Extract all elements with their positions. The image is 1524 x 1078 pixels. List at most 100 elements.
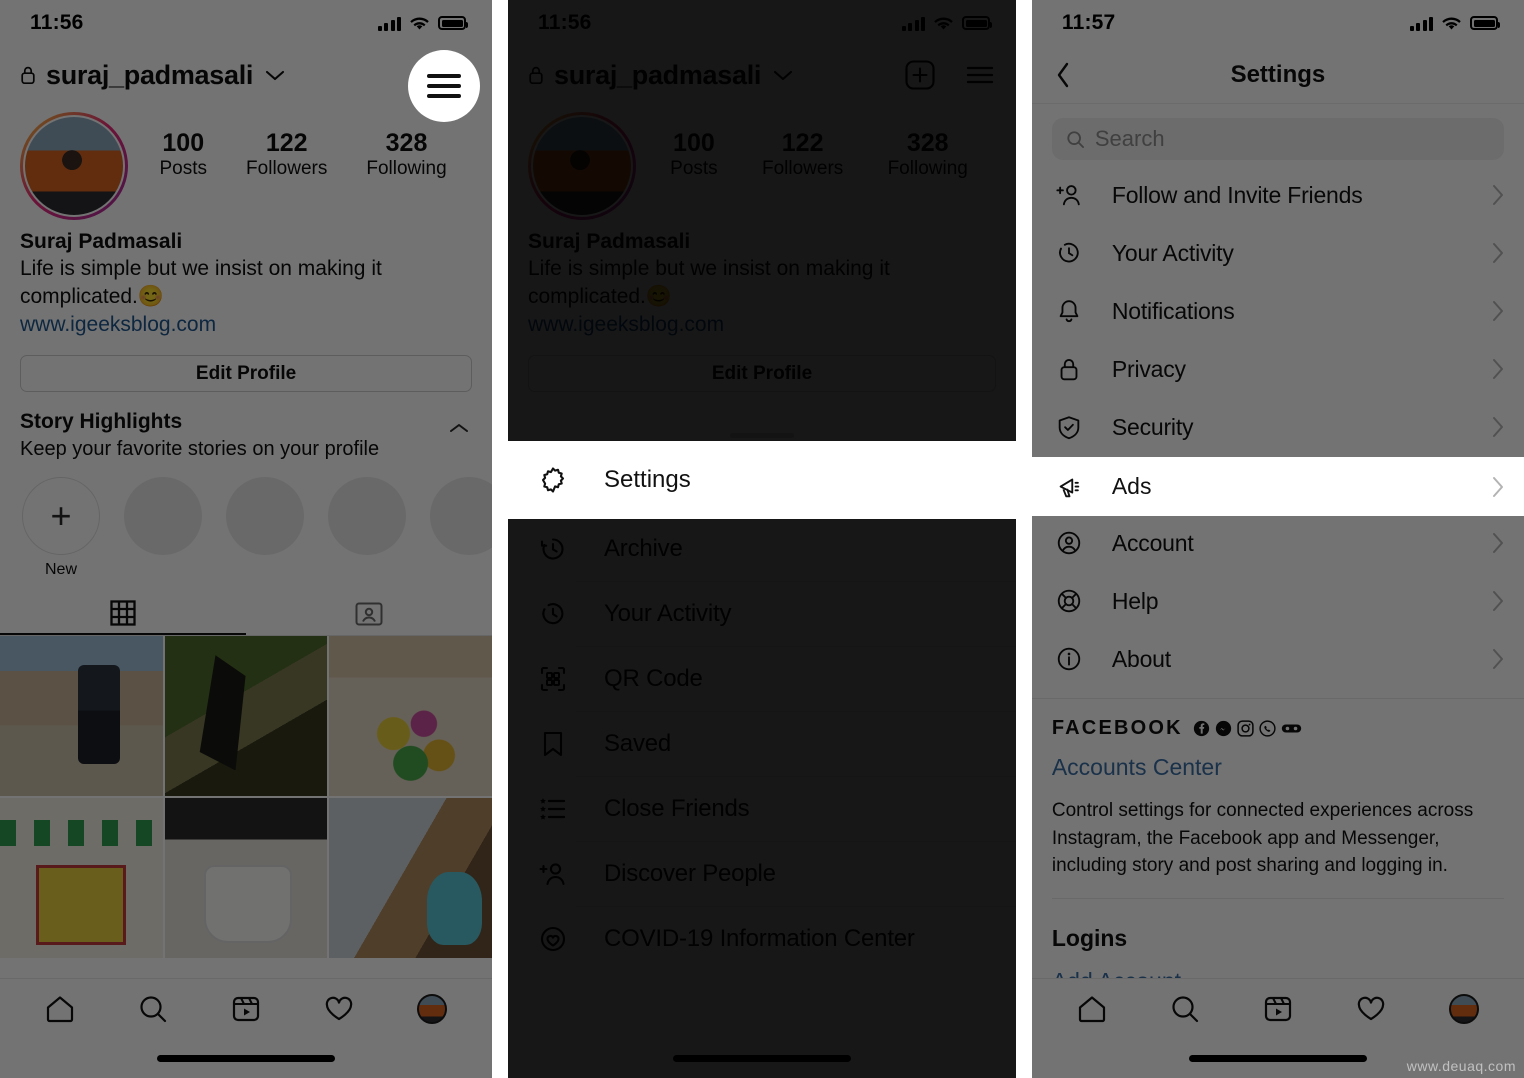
profile-website-link[interactable]: www.igeeksblog.com [20,311,472,339]
highlight-placeholder[interactable] [226,477,304,556]
hamburger-menu-icon[interactable] [964,59,996,91]
profile-username[interactable]: suraj_padmasali [46,60,253,91]
stat-following[interactable]: 328 Following [366,130,446,180]
home-icon[interactable] [45,995,75,1023]
menu-item-archive[interactable]: Archive [508,516,1016,581]
avatar[interactable] [20,112,128,220]
avatar[interactable] [528,112,636,220]
plus-icon: + [50,495,72,537]
menu-sheet: Settings Archive Your Activity QR Code [508,424,1016,1078]
stat-following-value: 328 [906,129,949,157]
stats-group: 100 Posts 122 Followers 328 Following [128,112,472,180]
highlight-placeholder[interactable] [328,477,406,556]
highlight-placeholder[interactable] [124,477,202,556]
instagram-settings-screen: 11:57 Settings Search Follow and Invite … [1031,0,1524,1078]
add-post-icon[interactable] [904,59,936,91]
settings-item-account[interactable]: Account [1032,514,1524,572]
chevron-left-icon[interactable] [1056,62,1070,88]
menu-item-covid-info-center[interactable]: COVID-19 Information Center [508,906,1016,971]
bottom-nav-icons [1032,979,1524,1039]
menu-item-discover-people[interactable]: Discover People [508,841,1016,906]
stat-posts-value: 100 [673,129,715,157]
chevron-down-icon[interactable] [265,69,285,81]
menu-item-close-friends[interactable]: Close Friends [508,776,1016,841]
stat-posts[interactable]: 100 Posts [670,130,718,180]
grid-photo[interactable] [329,798,493,959]
stat-following[interactable]: 328 Following [888,130,968,180]
stat-followers[interactable]: 122 Followers [762,130,843,180]
screenshot-stage: 11:56 suraj_padmasali 100 Posts 122 Foll… [0,0,1524,1078]
menu-item-your-activity[interactable]: Your Activity [508,581,1016,646]
grid-photo[interactable] [164,636,328,797]
heart-icon[interactable] [324,995,354,1023]
lifebuoy-icon [1054,586,1084,616]
edit-profile-button[interactable]: Edit Profile [20,355,473,393]
settings-item-follow-and-invite-friends[interactable]: Follow and Invite Friends [1032,166,1524,224]
menu-item-saved[interactable]: Saved [508,711,1016,776]
profile-avatar-icon[interactable] [416,994,447,1024]
settings-item-notifications[interactable]: Notifications [1032,282,1524,340]
accounts-center-link[interactable]: Accounts Center [1052,754,1504,781]
chevron-down-icon[interactable] [773,69,793,81]
new-highlight-button[interactable]: + [22,477,100,556]
settings-item-help[interactable]: Help [1032,572,1524,630]
tab-tagged[interactable] [246,593,492,635]
profile-avatar-icon[interactable] [1448,994,1479,1024]
settings-item-label: About [1111,645,1171,672]
chevron-right-icon [1492,648,1504,670]
status-clock: 11:57 [1061,11,1116,34]
profile-tabs [0,593,493,637]
shield-check-icon [1054,412,1084,442]
grid-photo[interactable] [0,636,163,797]
stats-group: 100 Posts 122 Followers 328 Following [636,112,996,180]
search-input[interactable]: Search [1051,118,1504,160]
profile-username[interactable]: suraj_padmasali [554,60,761,91]
battery-icon [1470,16,1500,30]
chevron-right-icon [1492,416,1504,438]
settings-item-security[interactable]: Security [1032,398,1524,456]
settings-item-label: Privacy [1111,355,1186,382]
spotlight-menu-item-settings[interactable]: Settings [508,441,1016,519]
chevron-up-icon[interactable] [448,422,470,434]
stat-followers-label: Followers [761,158,844,180]
profile-full-name: Suraj Padmasali [528,230,691,253]
home-icon[interactable] [1077,995,1107,1023]
spotlight-hamburger-menu[interactable] [408,50,481,122]
menu-item-label: Settings [604,466,691,493]
photo-grid [0,636,493,959]
search-icon[interactable] [1170,994,1200,1024]
menu-item-qr-code[interactable]: QR Code [508,646,1016,711]
grid-photo[interactable] [0,798,163,959]
menu-item-label: Close Friends [604,794,750,822]
settings-item-your-activity[interactable]: Your Activity [1032,224,1524,282]
profile-bio: Suraj Padmasali Life is simple but we in… [508,220,1016,339]
search-icon[interactable] [138,994,168,1024]
archive-clock-icon [538,534,568,564]
grid-photo[interactable] [164,798,328,959]
settings-item-label: Help [1111,587,1159,614]
profile-website-link[interactable]: www.igeeksblog.com [528,311,996,339]
settings-item-privacy[interactable]: Privacy [1032,340,1524,398]
menu-item-label: Saved [604,729,672,757]
grid-photo[interactable] [329,636,493,797]
menu-item-label: COVID-19 Information Center [604,924,915,952]
close-friends-list-icon [538,794,568,824]
stat-followers[interactable]: 122 Followers [246,130,327,180]
reels-icon[interactable] [1263,994,1293,1024]
menu-item-label: Discover People [604,859,776,887]
profile-stats-row: 100 Posts 122 Followers 328 Following [508,104,1016,220]
stat-posts[interactable]: 100 Posts [160,130,208,180]
profile-header: suraj_padmasali [508,46,1016,104]
story-highlights-subtitle: Keep your favorite stories on your profi… [20,438,380,461]
highlight-placeholder[interactable] [430,477,493,556]
reels-icon[interactable] [231,994,261,1024]
spotlight-settings-item-ads[interactable]: Ads [1031,457,1524,516]
tab-grid[interactable] [0,593,247,636]
heart-icon[interactable] [1356,995,1386,1023]
grid-icon [110,600,136,626]
profile-bio: Suraj Padmasali Life is simple but we in… [0,220,492,339]
settings-item-about[interactable]: About [1032,630,1524,688]
edit-profile-button[interactable]: Edit Profile [528,355,996,393]
search-placeholder: Search [1094,126,1165,151]
stat-following-label: Following [887,158,968,180]
